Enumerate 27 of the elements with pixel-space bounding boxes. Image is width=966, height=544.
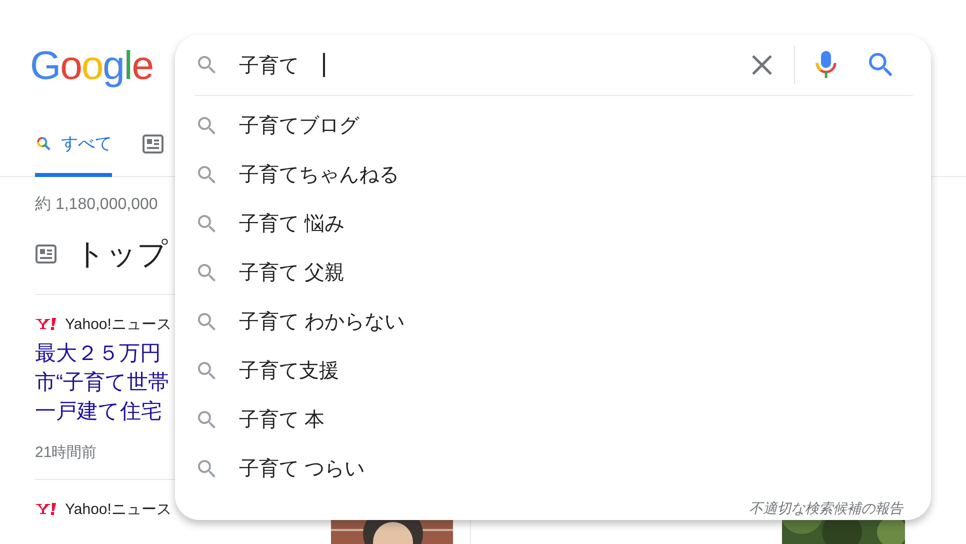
report-link[interactable]: 不適切な検索候補の報告 [749,500,903,518]
article-title[interactable]: 市“子育て世帯 [35,368,169,397]
suggestion-item[interactable]: 子育て 父親 [175,248,931,297]
suggestion-item[interactable]: 子育て 悩み [175,199,931,248]
suggestion-item[interactable]: 子育て支援 [175,346,931,395]
suggestion-item[interactable]: 子育て わからない [175,297,931,346]
suggestion-item[interactable]: 子育てブログ [175,101,931,150]
close-icon[interactable] [750,53,774,77]
suggestion-item[interactable]: 子育てちゃんねる [175,150,931,199]
search-field[interactable]: 子育て [239,52,750,78]
section-title: トップ [75,236,168,272]
search-icon [35,134,53,152]
yahoo-logo-icon [35,318,57,330]
suggestion-item[interactable]: 子育て つらい [175,444,931,493]
article-time: 21時間前 [35,443,98,463]
microphone-icon[interactable] [815,50,837,80]
news-source: Yahoo!ニュース [65,314,172,334]
news-source: Yahoo!ニュース [65,500,172,518]
google-logo[interactable]: Google [30,44,154,88]
article-title[interactable]: 一戸建て住宅 [35,397,162,426]
result-count: 約 1,180,000,000 [35,195,159,215]
newspaper-icon [142,134,164,154]
yahoo-logo-icon [35,503,57,515]
suggestion-item[interactable]: 子育て 本 [175,395,931,444]
article-title[interactable]: 最大２５万円 [35,339,161,368]
newspaper-icon [35,244,57,264]
tab[interactable]: すべて [35,122,112,177]
